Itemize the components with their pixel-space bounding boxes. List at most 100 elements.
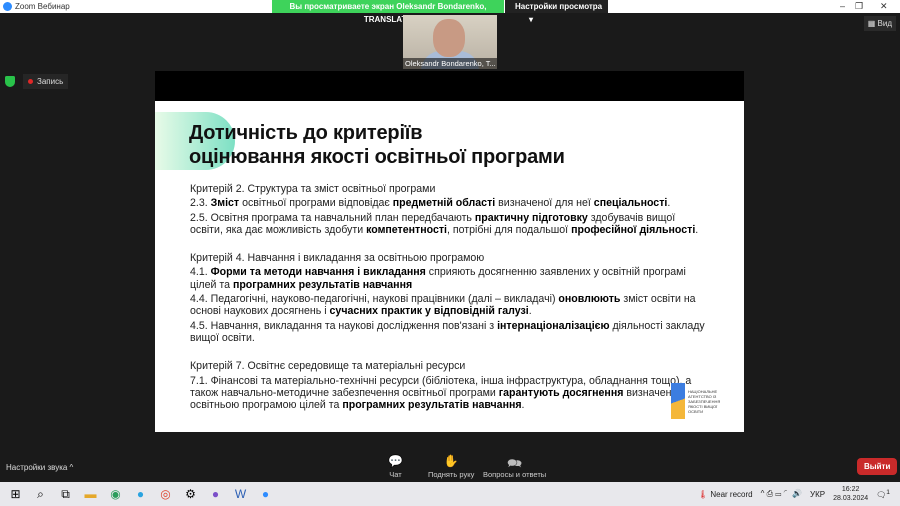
chat-button[interactable]: 💬 Чат <box>388 454 403 479</box>
text: Критерій 2. Структура та зміст освітньої… <box>190 183 436 195</box>
text: Критерій 4. Навчання і викладання за осв… <box>190 252 485 265</box>
text: . <box>695 223 699 236</box>
text: освітньої програми відповідає <box>239 197 393 210</box>
bold-text: практичну підготовку <box>474 211 588 224</box>
edge-icon[interactable]: ◉ <box>103 487 128 501</box>
exit-button[interactable]: Выйти <box>857 458 898 475</box>
screen-share-banner: Вы просматриваете экран Oleksandr Bondar… <box>272 0 504 24</box>
text: 2.3. <box>190 197 211 210</box>
weather-text: Near record <box>710 489 753 499</box>
bold-text: сучасних практик у відповідній галузі <box>329 305 529 318</box>
system-tray: 🌡 Near record ^ ⎙ ▭ ◜ 🔊 УКР 16:22 28.03.2… <box>698 482 890 506</box>
text: визначеної для неї <box>495 197 594 210</box>
shared-screen: Дотичність до критеріїв оцінювання якост… <box>155 71 744 432</box>
raise-hand-label: Поднять руку <box>428 470 475 479</box>
qa-button[interactable]: 🗪 Вопросы и ответы <box>483 454 546 479</box>
chevron-down-icon: ▾ <box>529 15 534 24</box>
criterion-item: 4.1. Форми та методи навчання і викладан… <box>190 266 710 291</box>
date: 28.03.2024 <box>833 495 869 502</box>
tray-icons[interactable]: ^ ⎙ ▭ ◜ 🔊 <box>761 489 802 499</box>
text: Критерій 7. Освітнє середовище та матері… <box>190 360 466 373</box>
text: 4.4. Педагогічні, науково-педагогічні, н… <box>190 293 559 306</box>
close-button[interactable]: ✕ <box>880 1 888 12</box>
speaker-name: Oleksandr Bondarenko, T... <box>403 58 497 69</box>
hand-icon: ✋ <box>443 454 459 468</box>
criterion-item: 4.4. Педагогічні, науково-педагогічні, н… <box>190 293 710 318</box>
bold-text: інтернаціоналізацією <box>497 319 610 332</box>
audio-settings-button[interactable]: Настройки звука ^ <box>6 463 73 472</box>
notifications-icon[interactable]: 🗨1 <box>876 489 890 500</box>
time: 16:22 <box>841 486 860 493</box>
bold-text: професійної діяльності <box>571 223 696 236</box>
restore-button[interactable]: ❐ <box>855 1 863 12</box>
bold-text: предметній області <box>392 197 496 210</box>
agency-logo-text: НАЦІОНАЛЬНЕ АГЕНТСТВО ІЗ ЗАБЕЗПЕЧЕННЯ ЯК… <box>688 388 721 414</box>
text: 4.5. Навчання, викладання та наукові дос… <box>190 319 498 332</box>
text: . <box>528 305 532 318</box>
criterion-item: 4.5. Навчання, викладання та наукові дос… <box>190 320 710 345</box>
notification-count: 1 <box>886 488 890 496</box>
speaker-face <box>433 19 465 57</box>
viber-icon[interactable]: ● <box>203 487 228 501</box>
title-line-2: оцінювання якості освітньої програми <box>189 146 565 168</box>
criterion-heading: Критерій 4. Навчання і викладання за осв… <box>190 252 710 264</box>
word-icon[interactable]: W <box>228 487 253 501</box>
thermometer-icon: 🌡 <box>697 489 709 499</box>
slide-body: Критерій 2. Структура та зміст освітньої… <box>190 183 710 413</box>
shield-icon <box>5 76 15 87</box>
view-label: Вид <box>877 19 892 28</box>
slide: Дотичність до критеріїв оцінювання якост… <box>155 101 744 432</box>
criterion-heading: Критерій 7. Освітнє середовище та матері… <box>190 360 710 372</box>
bold-text: програмних результатів навчання <box>232 278 413 291</box>
criterion-item: 2.5. Освітня програма та навчальний план… <box>190 212 710 237</box>
text: , потрібні для подальшої <box>446 223 572 236</box>
bold-text: компетентності <box>366 223 447 236</box>
telegram-icon[interactable]: ● <box>128 487 153 501</box>
criterion-item: 2.3. Зміст освітньої програми відповідає… <box>190 197 710 209</box>
minimize-button[interactable]: – <box>840 1 845 11</box>
agency-logo-mark <box>671 383 685 419</box>
text: 2.5. Освітня програма та навчальний план… <box>190 211 475 224</box>
chrome-icon[interactable]: ◎ <box>153 487 178 501</box>
agency-logo: НАЦІОНАЛЬНЕ АГЕНТСТВО ІЗ ЗАБЕЗПЕЧЕННЯ ЯК… <box>671 383 730 419</box>
weather-widget[interactable]: 🌡 Near record <box>698 490 753 499</box>
title-line-1: Дотичність до критеріїв <box>189 122 423 144</box>
bold-text: оновлюють <box>558 293 621 306</box>
bold-text: гарантують досягнення <box>498 386 624 399</box>
recording-status: Запись <box>5 74 69 89</box>
qa-icon: 🗪 <box>507 456 523 470</box>
language-indicator[interactable]: УКР <box>810 490 825 499</box>
search-icon[interactable]: ⌕ <box>28 487 53 502</box>
task-view-icon[interactable]: ⧉ <box>53 487 78 502</box>
view-button[interactable]: ▦ Вид <box>863 16 896 31</box>
settings-icon[interactable]: ⚙ <box>178 487 203 501</box>
bold-text: спеціальності <box>593 197 668 210</box>
text: . <box>667 197 671 210</box>
bold-text: програмних результатів навчання <box>342 399 522 412</box>
view-settings-button[interactable]: Настройки просмотра ▾ <box>505 0 608 24</box>
chat-icon: 💬 <box>388 454 403 468</box>
qa-label: Вопросы и ответы <box>483 470 547 479</box>
record-dot-icon <box>28 79 33 84</box>
grid-icon: ▦ <box>867 19 876 28</box>
record-indicator[interactable]: Запись <box>23 74 69 89</box>
criterion-heading: Критерій 2. Структура та зміст освітньої… <box>190 183 710 195</box>
bold-text: Зміст <box>210 197 240 210</box>
speaker-video[interactable]: Oleksandr Bondarenko, T... <box>403 15 497 69</box>
slide-title: Дотичність до критеріїв оцінювання якост… <box>189 121 565 169</box>
text: . <box>521 399 525 412</box>
start-icon[interactable]: ⊞ <box>3 487 28 501</box>
meeting-controls: Настройки звука ^ 💬 Чат ✋ Поднять руку 🗪 Во… <box>0 446 900 482</box>
file-explorer-icon[interactable]: ▬ <box>78 487 103 501</box>
window-title: Zoom Вебинар <box>15 2 70 11</box>
chat-label: Чат <box>389 470 402 479</box>
criterion-item: 7.1. Фінансові та матеріально-технічні р… <box>190 375 710 412</box>
record-label: Запись <box>37 77 64 86</box>
bold-text: Форми та методи навчання і викладання <box>210 266 426 279</box>
clock[interactable]: 16:22 28.03.2024 <box>833 485 868 503</box>
raise-hand-button[interactable]: ✋ Поднять руку <box>428 454 474 479</box>
text: 4.1. <box>190 266 211 279</box>
zoom-taskbar-icon[interactable]: ● <box>253 487 278 501</box>
